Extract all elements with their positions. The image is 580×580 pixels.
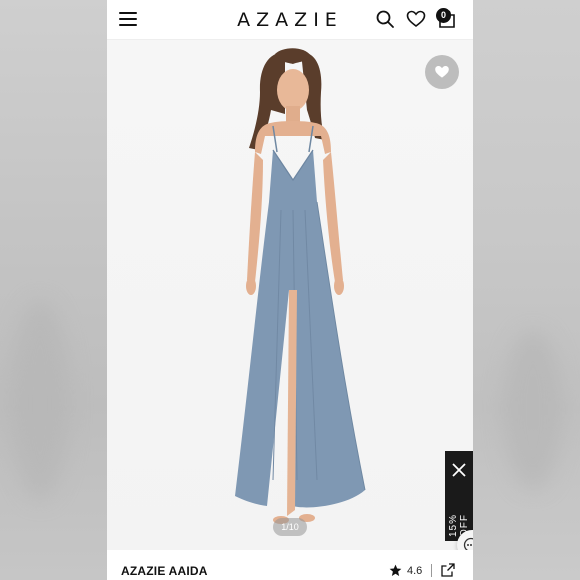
close-icon[interactable] <box>452 463 466 477</box>
phone-screen: AZAZIE 0 1/10 15% OFF AZAZIE AAIDA 4.6 <box>107 0 473 580</box>
divider <box>431 564 432 577</box>
favorite-button[interactable] <box>425 55 459 89</box>
product-rating[interactable]: 4.6 <box>407 565 422 577</box>
top-nav: AZAZIE 0 <box>107 0 473 40</box>
image-counter: 1/10 <box>273 518 307 536</box>
product-image[interactable]: 1/10 15% OFF <box>107 40 473 550</box>
heart-icon <box>435 66 449 78</box>
right-background <box>473 0 580 580</box>
cart-count-badge[interactable]: 0 <box>436 8 451 23</box>
promo-tab[interactable]: 15% OFF <box>445 451 473 541</box>
wishlist-heart-icon[interactable] <box>406 9 426 29</box>
product-info-row: AZAZIE AAIDA 4.6 <box>107 550 473 580</box>
search-icon[interactable] <box>375 9 395 29</box>
model-dress-photo <box>235 48 366 524</box>
product-name: AZAZIE AAIDA <box>121 564 208 578</box>
left-background <box>0 0 107 580</box>
star-icon <box>389 564 402 577</box>
share-icon[interactable] <box>441 563 455 577</box>
